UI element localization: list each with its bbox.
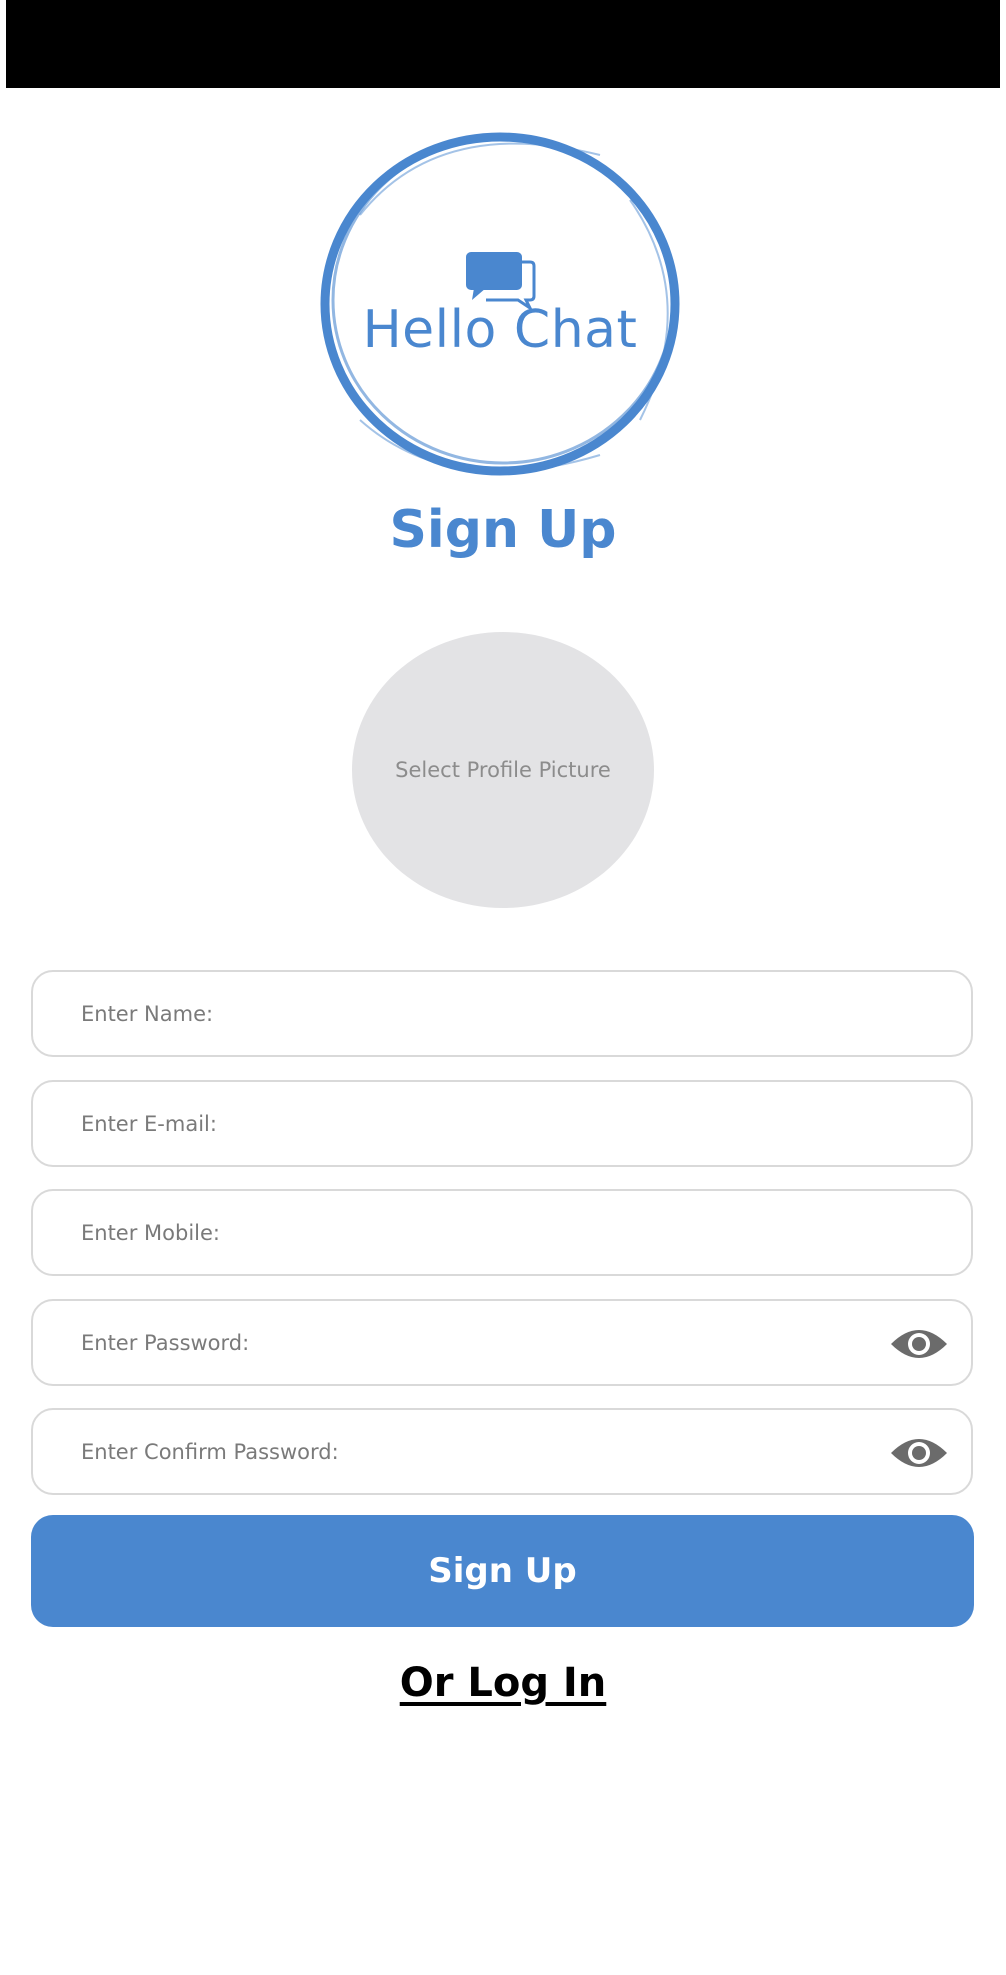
eye-icon [891,1439,947,1467]
mobile-input[interactable] [81,1191,861,1274]
confirm-password-input[interactable] [81,1410,861,1493]
name-field[interactable] [31,970,973,1057]
password-field[interactable] [31,1299,973,1386]
name-input[interactable] [81,972,861,1055]
mobile-field[interactable] [31,1189,973,1276]
page-title: Sign Up [389,500,617,560]
logo-text: Hello Chat [362,300,638,360]
profile-picture-picker[interactable]: Select Profile Picture [352,632,654,908]
confirm-password-field[interactable] [31,1408,973,1495]
email-input[interactable] [81,1082,861,1165]
email-field[interactable] [31,1080,973,1167]
app-logo: Hello Chat [300,120,700,490]
login-link-row: Or Log In [0,1660,1006,1706]
status-bar [6,0,1000,88]
log-in-link[interactable]: Or Log In [400,1660,607,1706]
sign-up-button[interactable]: Sign Up [31,1515,974,1627]
password-input[interactable] [81,1301,861,1384]
eye-icon [891,1330,947,1358]
confirm-password-visibility-toggle[interactable] [889,1431,949,1475]
password-visibility-toggle[interactable] [889,1322,949,1366]
profile-picture-label: Select Profile Picture [395,758,611,782]
